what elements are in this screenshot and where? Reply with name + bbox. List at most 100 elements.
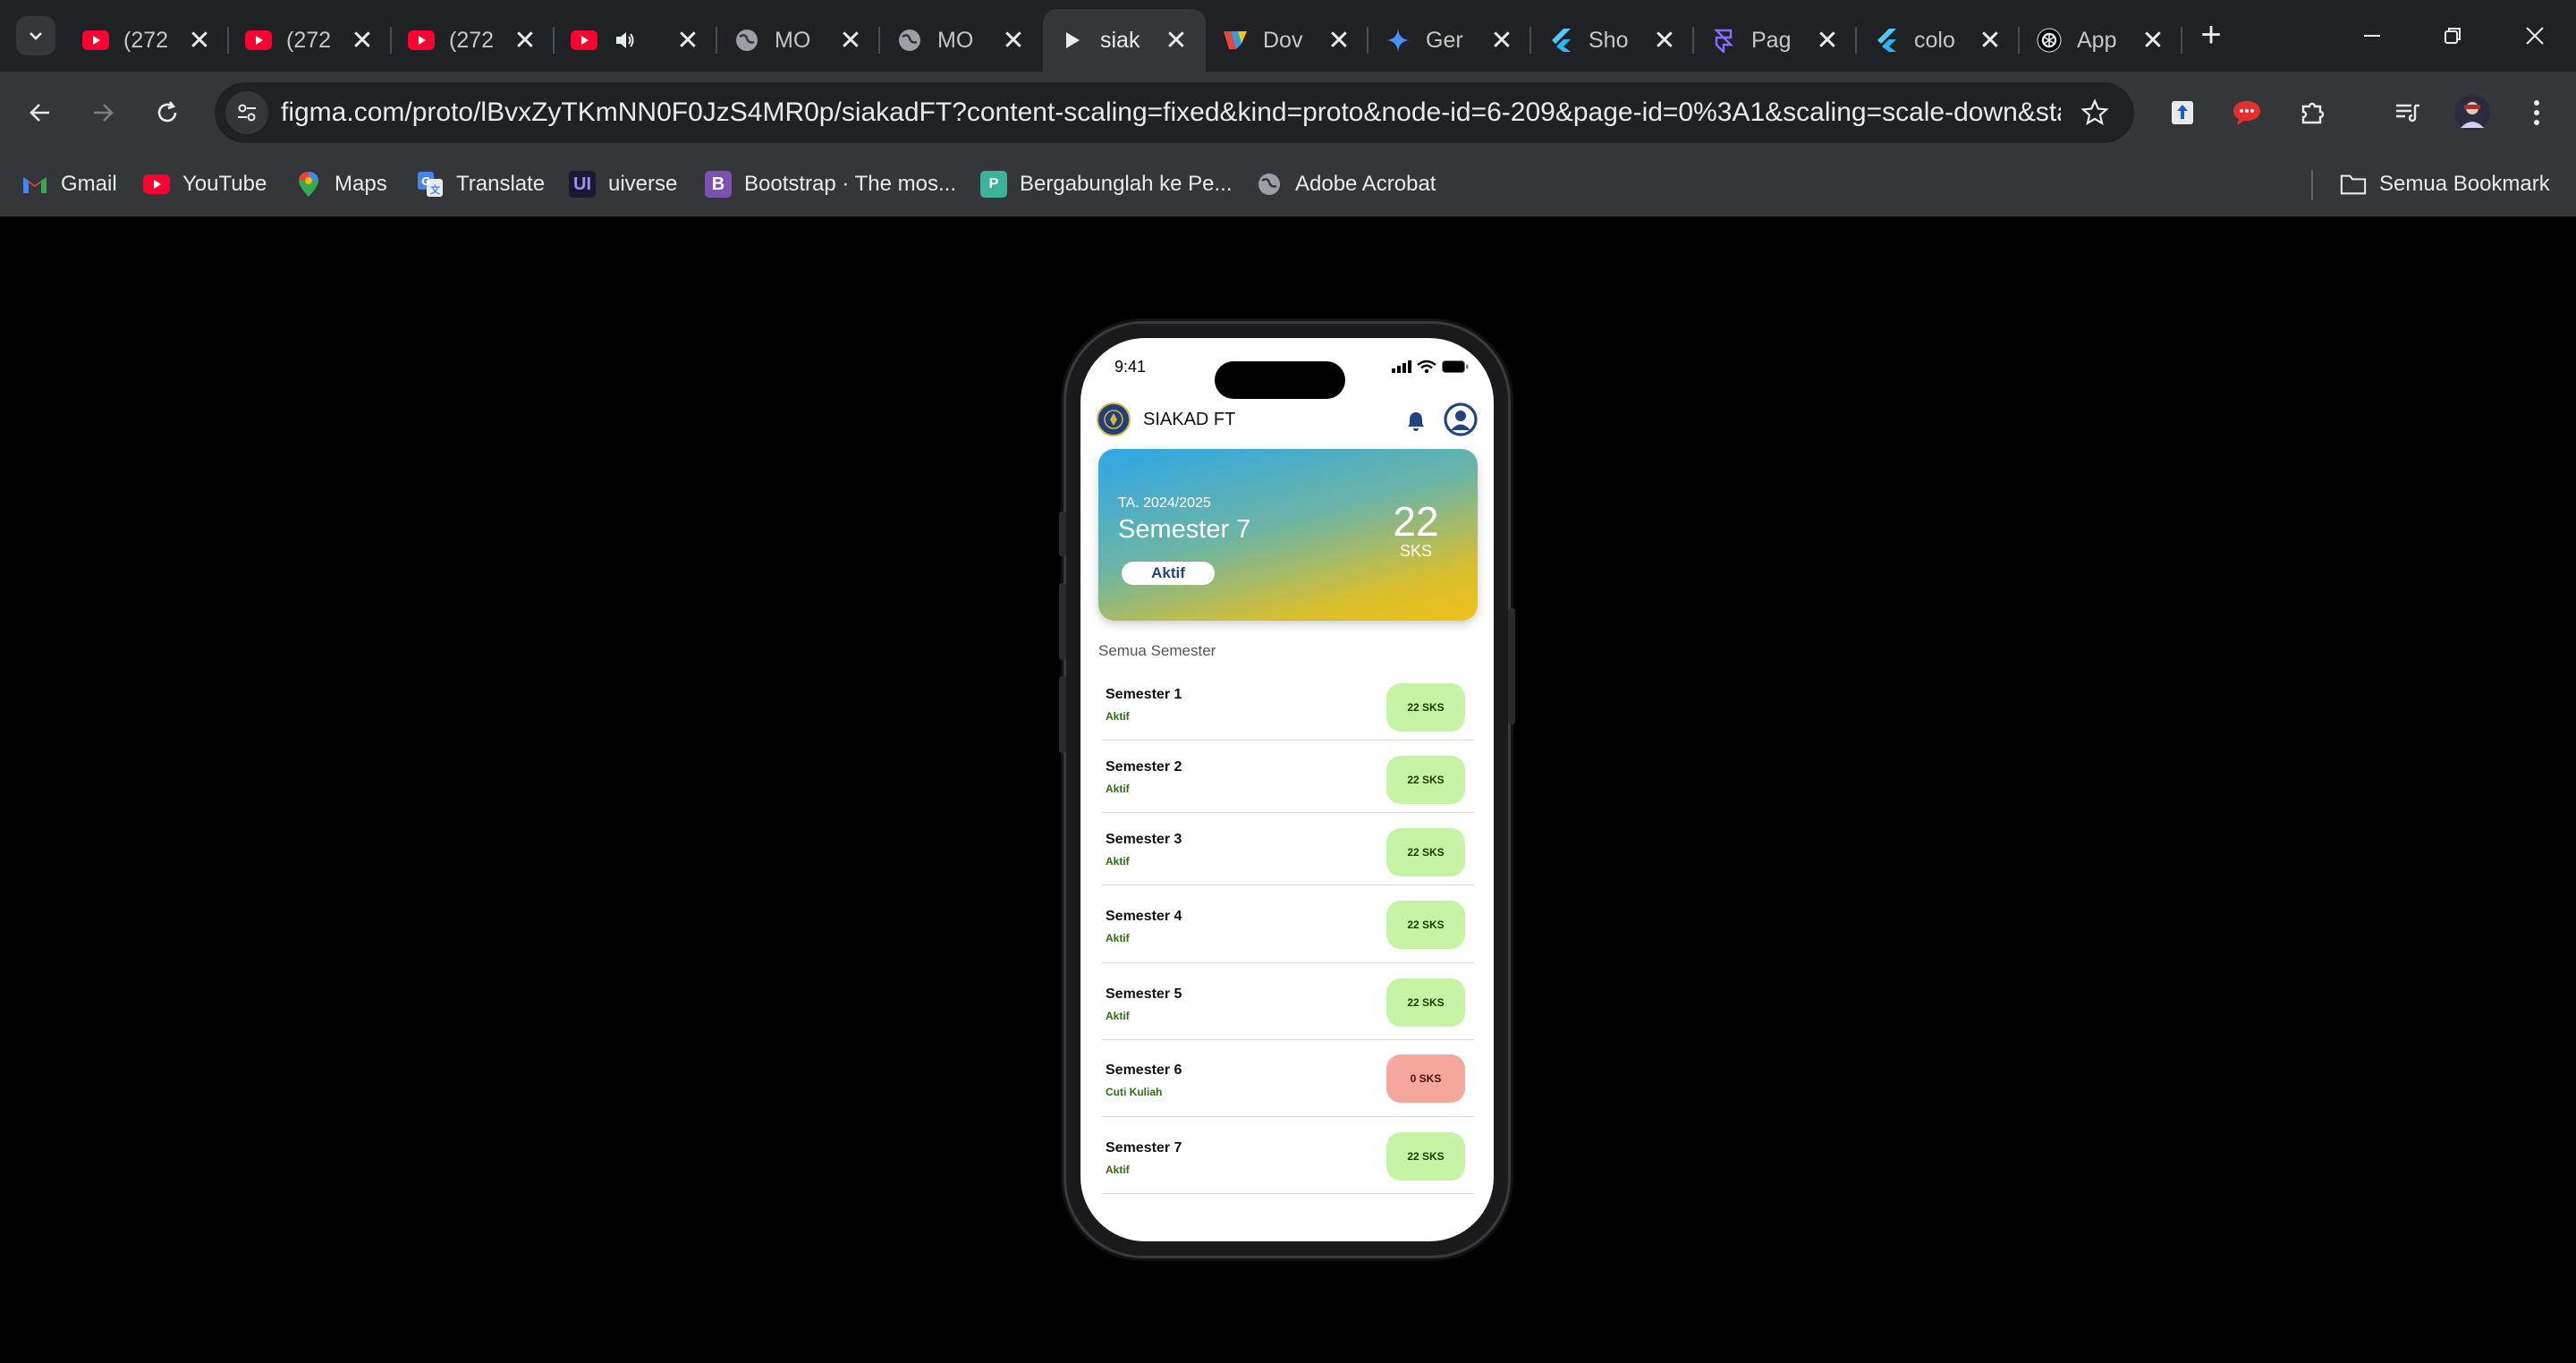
tab[interactable]: Dov ✕: [1206, 9, 1368, 72]
bookmark-bergabung[interactable]: P Bergabunglah ke Pe...: [980, 166, 1233, 202]
close-icon[interactable]: ✕: [1977, 26, 2004, 55]
tab-title: siak: [1100, 27, 1140, 53]
profile-button[interactable]: [2453, 95, 2492, 131]
notification-button[interactable]: [1402, 408, 1429, 435]
bookmark-label: Gmail: [61, 172, 117, 196]
semester-name: Semester 4: [1106, 909, 1182, 924]
tab[interactable]: MO ✕: [880, 9, 1043, 72]
bookmark-gmail[interactable]: Gmail: [21, 166, 117, 202]
bookmark-site-icon: P: [980, 171, 1007, 198]
globe-icon: [1256, 171, 1283, 198]
color-logo-icon: [1222, 27, 1249, 54]
close-icon[interactable]: ✕: [1488, 26, 1515, 55]
tab[interactable]: (272 ✕: [392, 9, 555, 72]
app-title: SIAKAD FT: [1143, 410, 1236, 429]
globe-icon: [733, 27, 760, 54]
tab-search-button[interactable]: [16, 16, 55, 55]
youtube-icon: [82, 27, 109, 54]
semester-name: Semester 2: [1106, 759, 1182, 775]
restore-button[interactable]: [2426, 13, 2479, 59]
semester-row[interactable]: Semester 6 Cuti Kuliah 0 SKS: [1102, 1040, 1474, 1117]
extension-button[interactable]: [2229, 95, 2265, 131]
tab-title: (272: [123, 27, 169, 53]
tab[interactable]: MO ✕: [717, 9, 880, 72]
bookmark-maps[interactable]: Maps: [295, 166, 387, 202]
reload-button[interactable]: [147, 92, 188, 133]
bookmark-bootstrap[interactable]: B Bootstrap · The mos...: [705, 166, 956, 202]
close-icon[interactable]: ✕: [1814, 26, 1841, 55]
close-icon[interactable]: ✕: [837, 26, 864, 55]
tab[interactable]: (272 ✕: [66, 9, 229, 72]
bookmark-label: Bootstrap · The mos...: [744, 172, 956, 196]
new-tab-button[interactable]: +: [2193, 17, 2229, 54]
speaker-icon[interactable]: [612, 27, 639, 54]
maps-icon: [295, 171, 322, 198]
tab-title: colo: [1914, 27, 1955, 53]
tab[interactable]: (272 ✕: [229, 9, 392, 72]
extension-button[interactable]: [2165, 95, 2200, 131]
semester-name: Semester 6: [1106, 1062, 1182, 1078]
forward-button[interactable]: [82, 92, 123, 133]
current-semester-name: Semester 7: [1118, 515, 1251, 544]
bell-icon: [1408, 412, 1424, 431]
tab-title: MO: [937, 27, 974, 53]
back-button[interactable]: [20, 92, 61, 133]
site-settings-button[interactable]: [225, 91, 268, 134]
bookmark-uiverse[interactable]: UI uiverse: [569, 166, 677, 202]
close-icon[interactable]: ✕: [349, 26, 376, 55]
close-icon[interactable]: ✕: [186, 26, 213, 55]
media-controls-button[interactable]: [2390, 95, 2426, 131]
close-icon[interactable]: ✕: [1651, 26, 1678, 55]
tab[interactable]: colo ✕: [1857, 9, 2020, 72]
sks-pill: 22 SKS: [1386, 683, 1465, 732]
bookmark-star-button[interactable]: [2077, 95, 2113, 131]
semester-status: Cuti Kuliah: [1106, 1086, 1163, 1098]
tab-title: Sho: [1589, 27, 1629, 53]
all-bookmarks-button[interactable]: Semua Bookmark: [2340, 166, 2550, 202]
semester-row[interactable]: Semester 4 Aktif 22 SKS: [1102, 885, 1474, 963]
profile-button[interactable]: [1444, 402, 1478, 436]
semester-row[interactable]: Semester 3 Aktif 22 SKS: [1102, 813, 1474, 885]
close-icon[interactable]: ✕: [674, 26, 701, 55]
semester-name: Semester 3: [1106, 832, 1182, 847]
close-icon[interactable]: ✕: [1326, 26, 1352, 55]
tab[interactable]: App ✕: [2020, 9, 2182, 72]
tab-title: (272: [449, 27, 495, 53]
bookmark-adobe-acrobat[interactable]: Adobe Acrobat: [1256, 166, 1436, 202]
minimize-icon: [2364, 35, 2380, 37]
bookmarks-bar: Gmail YouTube Maps G文 Translate UI uiver…: [0, 154, 2576, 216]
extension-blue-icon: [2172, 101, 2193, 124]
close-window-button[interactable]: [2508, 13, 2562, 59]
url-text[interactable]: figma.com/proto/lBvxZyTKmNN0F0JzS4MR0p/s…: [281, 82, 2061, 143]
minimize-button[interactable]: [2345, 13, 2399, 59]
close-icon[interactable]: ✕: [1163, 26, 1190, 55]
status-icons: [1392, 360, 1469, 374]
section-title: Semua Semester: [1098, 642, 1216, 659]
translate-icon: G文: [417, 171, 444, 198]
sks-pill: 22 SKS: [1386, 1132, 1465, 1181]
close-icon[interactable]: ✕: [1000, 26, 1027, 55]
semester-row[interactable]: Semester 2 Aktif 22 SKS: [1102, 741, 1474, 813]
uiverse-icon: UI: [569, 171, 596, 198]
close-icon[interactable]: ✕: [2140, 26, 2166, 55]
semester-row[interactable]: Semester 1 Aktif 22 SKS: [1102, 667, 1474, 741]
star-icon: [2080, 98, 2109, 125]
status-badge: Aktif: [1122, 562, 1215, 585]
chrome-menu-button[interactable]: [2519, 95, 2555, 131]
close-icon[interactable]: ✕: [512, 26, 538, 55]
bookmark-youtube[interactable]: YouTube: [143, 166, 267, 202]
bookmark-translate[interactable]: G文 Translate: [417, 166, 545, 202]
tab-active[interactable]: siak ✕: [1043, 9, 1206, 72]
current-semester-card[interactable]: TA. 2024/2025 Semester 7 Aktif 22 SKS: [1098, 449, 1478, 621]
semester-row[interactable]: Semester 5 Aktif 22 SKS: [1102, 963, 1474, 1040]
tab[interactable]: Pag ✕: [1694, 9, 1857, 72]
tab-title: (272: [286, 27, 332, 53]
chat-bubble-icon: [2233, 101, 2260, 125]
extensions-menu-button[interactable]: [2295, 95, 2331, 131]
semester-row[interactable]: Semester 7 Aktif 22 SKS: [1102, 1117, 1474, 1194]
semester-status: Aktif: [1106, 932, 1130, 944]
tab[interactable]: ✕: [555, 9, 717, 72]
tab[interactable]: Ger ✕: [1368, 9, 1531, 72]
tab[interactable]: Sho ✕: [1531, 9, 1694, 72]
address-bar[interactable]: figma.com/proto/lBvxZyTKmNN0F0JzS4MR0p/s…: [215, 82, 2134, 143]
